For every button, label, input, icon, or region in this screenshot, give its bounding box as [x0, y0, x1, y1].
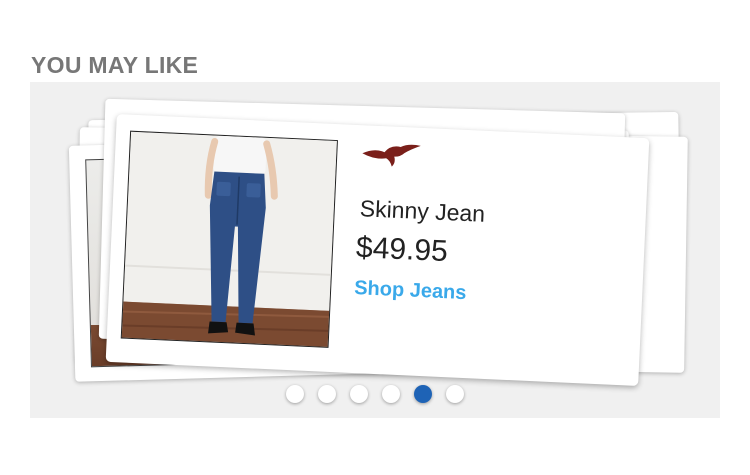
- product-price: $49.95: [355, 231, 449, 269]
- model-jeans-illustration: [121, 131, 337, 347]
- product-carousel[interactable]: Skinny Jean $49.95 Shop Jeans: [30, 82, 720, 418]
- product-image[interactable]: [120, 130, 338, 348]
- carousel-dot-6[interactable]: [446, 385, 464, 403]
- seagull-logo-icon: [362, 144, 421, 167]
- shop-jeans-link[interactable]: Shop Jeans: [354, 277, 467, 305]
- carousel-pagination: [286, 385, 464, 405]
- carousel-dot-3[interactable]: [350, 385, 368, 403]
- section-title: YOU MAY LIKE: [31, 52, 199, 78]
- carousel-dot-5-active[interactable]: [414, 385, 432, 403]
- product-card[interactable]: Skinny Jean $49.95 Shop Jeans: [105, 114, 650, 386]
- carousel-dot-1[interactable]: [286, 385, 304, 403]
- product-name: Skinny Jean: [359, 195, 486, 227]
- carousel-dot-2[interactable]: [318, 385, 336, 403]
- carousel-dot-4[interactable]: [382, 385, 400, 403]
